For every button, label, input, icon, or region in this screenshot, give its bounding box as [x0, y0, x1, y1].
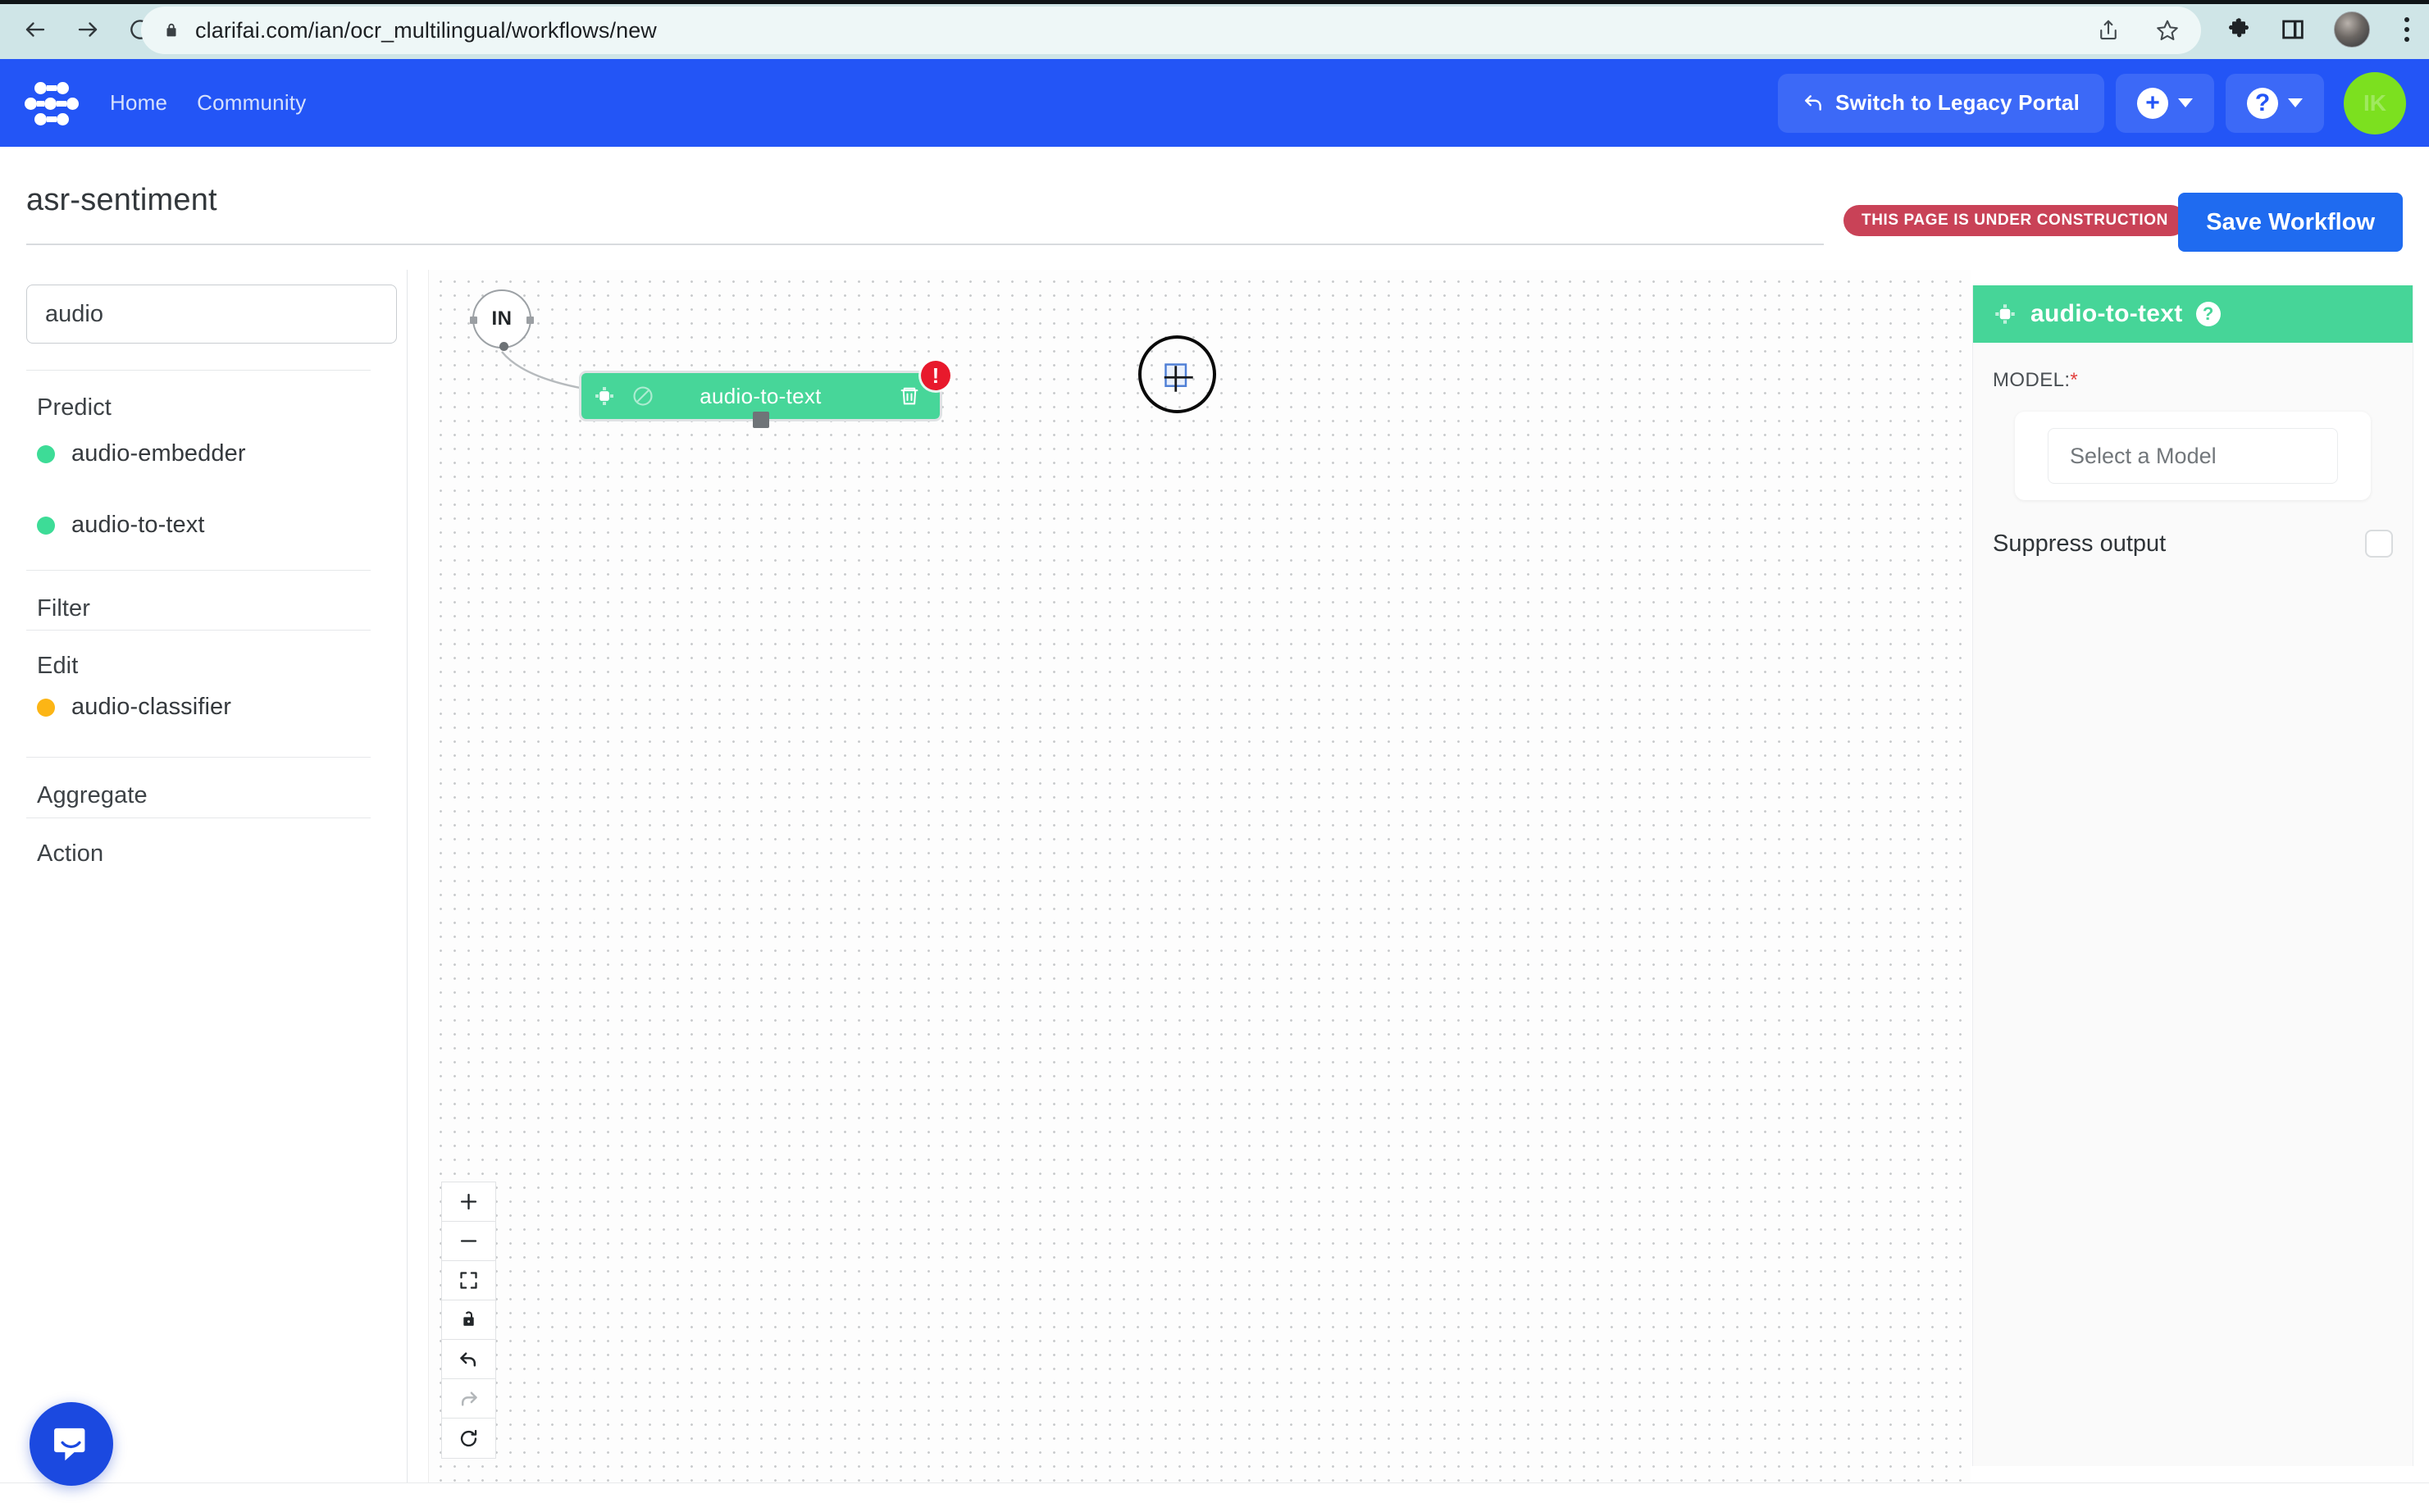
- chip-icon: [1993, 302, 2017, 326]
- sidebar-group-action[interactable]: Action: [37, 840, 103, 868]
- node-config-title: audio-to-text: [2030, 300, 2183, 328]
- model-field-label: MODEL:*: [1993, 369, 2413, 392]
- redo-button[interactable]: [442, 1379, 495, 1419]
- model-label-text: MODEL:: [1993, 369, 2070, 391]
- model-status-dot: [37, 445, 55, 463]
- header-actions: Switch to Legacy Portal + ? IK: [1778, 59, 2406, 147]
- browser-chrome: clarifai.com/ian/ocr_multilingual/workfl…: [0, 0, 2429, 59]
- input-node-handle-bottom[interactable]: [499, 342, 508, 351]
- workflow-node-audio-to-text[interactable]: audio-to-text: [579, 371, 942, 421]
- input-node-label: IN: [492, 307, 513, 330]
- address-bar[interactable]: clarifai.com/ian/ocr_multilingual/workfl…: [141, 7, 2201, 54]
- clarifai-logo-icon[interactable]: [26, 80, 72, 126]
- divider: [26, 630, 371, 631]
- under-construction-badge: THIS PAGE IS UNDER CONSTRUCTION: [1843, 205, 2186, 236]
- input-node-handle-left[interactable]: [470, 317, 477, 324]
- header-nav: Home Community: [110, 90, 306, 116]
- side-panel-icon[interactable]: [2280, 16, 2306, 43]
- sidebar-item-audio-classifier[interactable]: audio-classifier: [37, 694, 231, 721]
- node-config-panel: audio-to-text ? MODEL:* Select a Model S…: [1972, 285, 2413, 1466]
- title-underline: [26, 244, 1824, 245]
- plus-circle-icon: +: [2137, 88, 2168, 119]
- workflow-canvas[interactable]: IN audio-to-text !: [428, 270, 1971, 1483]
- model-sidebar: /* value set below */ Predict audio-embe…: [0, 270, 408, 1512]
- model-status-dot: [37, 517, 55, 535]
- model-status-dot: [37, 699, 55, 717]
- question-circle-icon: ?: [2247, 88, 2278, 119]
- zoom-out-button[interactable]: [442, 1222, 495, 1261]
- reset-button[interactable]: [442, 1419, 495, 1458]
- user-avatar[interactable]: IK: [2344, 72, 2406, 134]
- trash-icon[interactable]: [897, 384, 922, 408]
- divider: [26, 757, 371, 758]
- fit-screen-button[interactable]: [442, 1261, 495, 1300]
- back-arrow-icon[interactable]: [11, 6, 59, 53]
- app-header: Home Community Switch to Legacy Portal +…: [0, 59, 2429, 147]
- zoom-in-button[interactable]: [442, 1182, 495, 1222]
- canvas-toolbar: [441, 1182, 496, 1459]
- suppress-output-checkbox[interactable]: [2365, 530, 2393, 558]
- create-new-button[interactable]: +: [2116, 74, 2214, 133]
- workflow-node-label: audio-to-text: [581, 384, 940, 409]
- chevron-down-icon: [2178, 98, 2193, 107]
- intercom-chat-icon[interactable]: [30, 1402, 113, 1486]
- profile-avatar[interactable]: [2334, 11, 2370, 48]
- nav-link-home[interactable]: Home: [110, 90, 167, 116]
- switch-to-legacy-portal-button[interactable]: Switch to Legacy Portal: [1778, 74, 2104, 133]
- sidebar-item-label: audio-classifier: [71, 694, 231, 721]
- sidebar-item-label: audio-to-text: [71, 512, 205, 539]
- sidebar-item-label: audio-embedder: [71, 440, 246, 467]
- model-select-card: Select a Model: [2015, 412, 2371, 500]
- forward-arrow-icon[interactable]: [64, 6, 112, 53]
- puzzle-icon[interactable]: [2226, 16, 2252, 43]
- chevron-down-icon: [2288, 98, 2303, 107]
- undo-button[interactable]: [442, 1340, 495, 1379]
- model-select-input[interactable]: Select a Model: [2048, 428, 2338, 484]
- workflow-edges: [429, 270, 1971, 1483]
- url-text: clarifai.com/ian/ocr_multilingual/workfl…: [195, 18, 657, 43]
- nav-link-community[interactable]: Community: [197, 90, 306, 116]
- star-icon[interactable]: [2155, 18, 2180, 43]
- cursor-highlight-ring: [1138, 335, 1216, 413]
- workflow-title[interactable]: asr-sentiment: [26, 183, 217, 218]
- window-bottom-strip: [0, 1482, 2429, 1512]
- sidebar-group-edit: Edit: [37, 653, 78, 680]
- move-cursor-icon: [1163, 362, 1197, 396]
- lock-button[interactable]: [442, 1300, 495, 1340]
- workflow-input-node[interactable]: IN: [472, 289, 531, 348]
- workflow-node-handle-bottom[interactable]: [753, 412, 769, 428]
- node-error-badge[interactable]: !: [921, 361, 950, 390]
- required-asterisk: *: [2070, 369, 2078, 391]
- lock-icon: [162, 21, 180, 39]
- divider: [26, 370, 371, 371]
- question-circle-icon[interactable]: ?: [2196, 302, 2221, 326]
- suppress-output-row: Suppress output: [1973, 530, 2413, 558]
- sidebar-item-audio-to-text[interactable]: audio-to-text: [37, 512, 205, 539]
- help-menu-button[interactable]: ?: [2226, 74, 2324, 133]
- sidebar-group-predict: Predict: [37, 394, 112, 421]
- input-node-handle-right[interactable]: [526, 317, 534, 324]
- sidebar-item-audio-embedder[interactable]: audio-embedder: [37, 440, 246, 467]
- kebab-menu-icon[interactable]: [2398, 17, 2416, 42]
- share-icon[interactable]: [2096, 18, 2121, 43]
- model-search-input[interactable]: [26, 285, 397, 344]
- legacy-portal-label: Switch to Legacy Portal: [1835, 90, 2080, 116]
- save-workflow-button[interactable]: Save Workflow: [2178, 193, 2403, 252]
- sidebar-group-filter[interactable]: Filter: [37, 595, 90, 622]
- suppress-output-label: Suppress output: [1993, 531, 2166, 558]
- return-arrow-icon: [1802, 93, 1824, 114]
- node-config-header: audio-to-text ?: [1973, 285, 2413, 343]
- chrome-toolbar-right: [2226, 0, 2416, 59]
- omnibox-actions: [2096, 7, 2180, 54]
- divider: [26, 570, 371, 571]
- sidebar-group-aggregate[interactable]: Aggregate: [37, 782, 148, 809]
- divider: [26, 817, 371, 818]
